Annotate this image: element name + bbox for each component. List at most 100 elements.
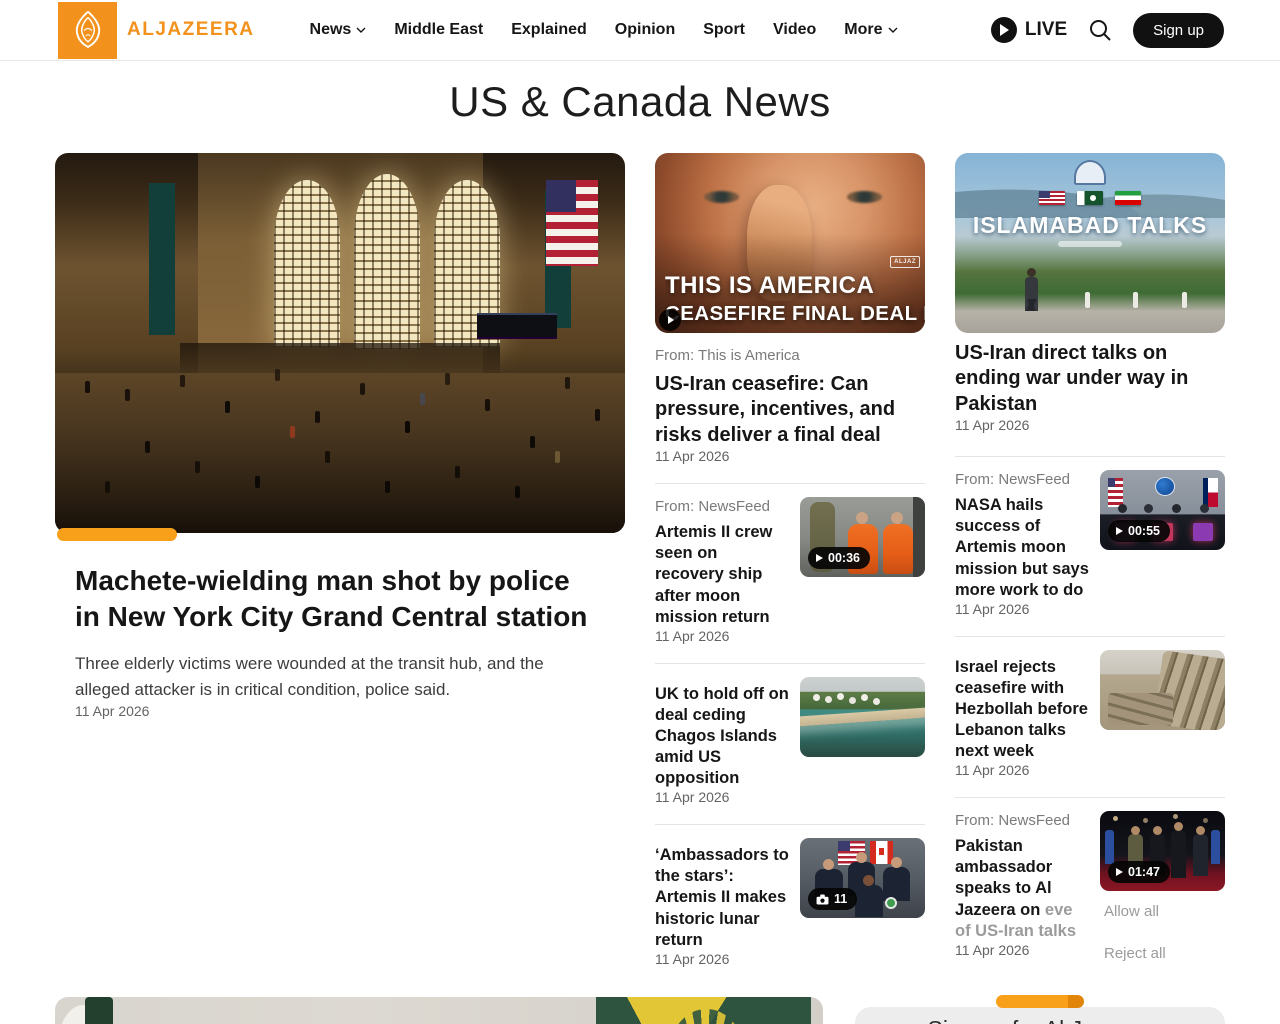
aljazeera-watermark: ALJAZ xyxy=(890,256,920,269)
portrait-art xyxy=(846,190,882,204)
video-duration-badge: 00:55 xyxy=(1108,520,1170,543)
article-headline[interactable]: UK to hold off on deal ceding Chagos Isl… xyxy=(655,684,789,790)
article-date: 11 Apr 2026 xyxy=(955,417,1030,434)
article-headline[interactable]: Artemis II crew seen on recovery ship af… xyxy=(655,522,789,628)
article-headline[interactable]: US-Iran ceasefire: Can pressure, incenti… xyxy=(655,372,925,448)
canada-flag-art xyxy=(870,841,893,864)
top-article-image[interactable]: ISLAMABAD TALKS xyxy=(955,153,1225,333)
news-grid: Machete-wielding man shot by police in N… xyxy=(0,153,1280,969)
kicker-link[interactable]: From: NewsFeed xyxy=(655,498,789,515)
live-button[interactable]: LIVE xyxy=(990,17,1067,43)
aljazeera-logo[interactable]: ALJAZEERA xyxy=(58,1,255,59)
play-icon xyxy=(990,17,1017,43)
station-floor-art xyxy=(55,373,625,533)
site-header: ALJAZEERA News Middle East Explained Opi… xyxy=(0,0,1280,61)
screen-art xyxy=(1192,522,1213,541)
article-thumbnail[interactable]: 11 xyxy=(800,838,925,919)
nav-item-video[interactable]: Video xyxy=(773,21,816,39)
kicker-link[interactable]: From: This is America xyxy=(655,347,925,364)
portrait-art xyxy=(703,190,739,204)
green-yellow-pattern-art xyxy=(596,997,812,1024)
video-article: ALJAZ THIS IS AMERICA CEASEFIRE FINAL DE… xyxy=(655,153,925,466)
iran-flag-art xyxy=(1115,190,1141,205)
astronaut-art xyxy=(882,512,913,574)
kicker-link[interactable]: From: NewsFeed xyxy=(955,812,1089,829)
gallery-count-badge: 11 xyxy=(808,888,858,911)
consent-reject-all-link[interactable]: Reject all xyxy=(1104,945,1225,962)
play-icon xyxy=(816,554,823,563)
nav-item-sport[interactable]: Sport xyxy=(703,21,745,39)
divider xyxy=(955,456,1225,458)
us-flag-art xyxy=(1039,190,1065,205)
bottom-article-image[interactable] xyxy=(55,997,823,1024)
lead-headline[interactable]: Machete-wielding man shot by police in N… xyxy=(75,563,595,636)
kicker-link[interactable]: From: NewsFeed xyxy=(955,471,1089,488)
article-thumbnail[interactable] xyxy=(1100,649,1225,730)
list-item: Israel rejects ceasefire with Hezbollah … xyxy=(955,649,1225,781)
balcony-art xyxy=(180,343,500,378)
lead-article-image[interactable] xyxy=(55,153,625,533)
page-title: US & Canada News xyxy=(449,78,831,125)
flags-row-art xyxy=(955,190,1225,205)
nav-item-more[interactable]: More xyxy=(844,21,898,39)
bollard-art xyxy=(1133,291,1139,308)
article-headline[interactable]: NASA hails success of Artemis moon missi… xyxy=(955,495,1089,601)
guard-art xyxy=(1211,830,1220,865)
camera-icon xyxy=(816,894,829,905)
video-duration-badge: 00:36 xyxy=(808,547,870,570)
article-date: 11 Apr 2026 xyxy=(655,448,730,465)
panelists-art xyxy=(1117,503,1127,513)
video-title-overlay: THIS IS AMERICA CEASEFIRE FINAL DEAL RIS… xyxy=(665,272,925,325)
video-duration-badge: 01:47 xyxy=(1108,861,1170,884)
video-article-image[interactable]: ALJAZ THIS IS AMERICA CEASEFIRE FINAL DE… xyxy=(655,153,925,333)
list-item: From: NewsFeed NASA hails success of Art… xyxy=(955,470,1225,619)
signup-button[interactable]: Sign up xyxy=(1133,12,1224,48)
billboard-title: ISLAMABAD TALKS xyxy=(972,212,1208,239)
header-actions: LIVE Sign up xyxy=(990,12,1224,48)
list-item: ‘Ambassadors to the stars’: Artemis II m… xyxy=(655,838,925,969)
official-art xyxy=(1192,825,1208,876)
astronaut-art xyxy=(882,857,910,901)
top-article: ISLAMABAD TALKS US-Iran direct talks on … xyxy=(955,153,1225,435)
consent-allow-all-link[interactable]: Allow all xyxy=(1104,903,1225,920)
lead-date: 11 Apr 2026 xyxy=(75,703,150,720)
column-right: ISLAMABAD TALKS US-Iran direct talks on … xyxy=(955,153,1225,969)
us-flag-art xyxy=(545,179,598,266)
article-headline[interactable]: US-Iran direct talks on ending war under… xyxy=(955,341,1225,417)
official-art xyxy=(1171,822,1187,879)
article-headline[interactable]: ‘Ambassadors to the stars’: Artemis II m… xyxy=(655,845,789,951)
nasa-logo-art xyxy=(1155,476,1175,496)
banner-art xyxy=(149,183,175,336)
newsletter-signup-card[interactable]: Sign up for Al Jazeera xyxy=(855,995,1225,1024)
plush-toy-art xyxy=(885,897,897,910)
nav-item-opinion[interactable]: Opinion xyxy=(615,21,675,39)
play-icon[interactable] xyxy=(659,309,681,331)
lead-article: Machete-wielding man shot by police in N… xyxy=(55,153,625,969)
lights-art xyxy=(1112,816,1118,822)
article-date: 11 Apr 2026 xyxy=(655,627,730,644)
search-icon[interactable] xyxy=(1087,17,1113,43)
divider xyxy=(655,824,925,826)
article-thumbnail[interactable]: 00:55 xyxy=(1100,470,1225,551)
pedestrian-art xyxy=(1020,268,1044,312)
signup-card-title: Sign up for Al Jazeera xyxy=(855,1007,1225,1024)
divider xyxy=(655,662,925,664)
excavator-art xyxy=(1122,698,1133,706)
article-thumbnail[interactable]: 00:36 xyxy=(800,497,925,578)
divider xyxy=(955,635,1225,637)
nav-item-explained[interactable]: Explained xyxy=(511,21,587,39)
article-thumbnail[interactable]: 01:47 xyxy=(1100,811,1225,892)
bottom-section: Sign up for Al Jazeera xyxy=(55,995,1225,1024)
nav-item-middle-east[interactable]: Middle East xyxy=(394,21,483,39)
billboard-subtext-art xyxy=(1057,241,1123,248)
article-headline[interactable]: Israel rejects ceasefire with Hezbollah … xyxy=(955,657,1089,763)
divider xyxy=(655,483,925,485)
us-flag-art xyxy=(1107,478,1123,507)
article-thumbnail[interactable] xyxy=(800,676,925,757)
article-date: 11 Apr 2026 xyxy=(955,762,1030,779)
column-middle: ALJAZ THIS IS AMERICA CEASEFIRE FINAL DE… xyxy=(655,153,925,969)
article-headline[interactable]: Pakistan ambassador speaks to Al Jazeera… xyxy=(955,836,1089,942)
chevron-down-icon xyxy=(356,27,366,33)
nav-item-news[interactable]: News xyxy=(310,21,367,39)
arched-window-art xyxy=(274,179,340,347)
